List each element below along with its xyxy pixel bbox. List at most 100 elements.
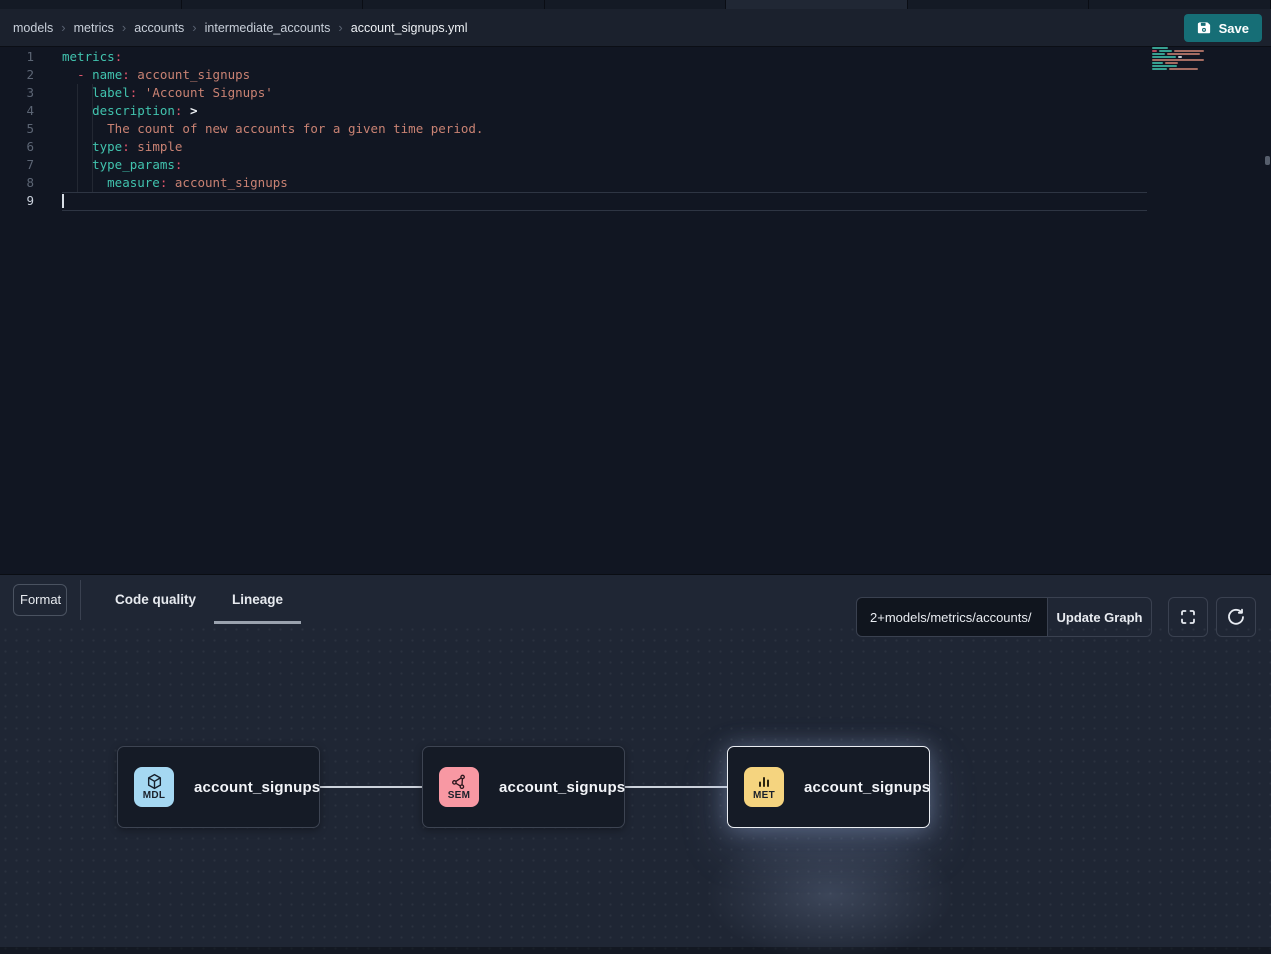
code-token: : [122,67,130,82]
breadcrumb-bar: models›metrics›accounts›intermediate_acc… [0,9,1271,47]
text-cursor [62,194,64,208]
code-token: : [175,157,183,172]
semantic-network-badge: SEM [439,767,479,807]
window-tab[interactable] [545,0,727,9]
refresh-icon [1227,608,1245,626]
save-button-label: Save [1219,21,1249,36]
lineage-node-met[interactable]: MET account_signups [727,746,930,828]
code-text: label: 'Account Signups' [62,85,273,100]
window-tab-strip [0,0,1271,9]
fullscreen-button[interactable] [1168,597,1208,637]
code-line[interactable]: 8 measure: account_signups [0,174,1271,192]
code-line[interactable]: 7 type_params: [0,156,1271,174]
code-token: The count of new accounts for a given ti… [107,121,483,136]
node-type-label: SEM [448,790,471,801]
code-token [62,103,92,118]
node-type-label: MET [753,790,775,801]
breadcrumb: models›metrics›accounts›intermediate_acc… [13,9,468,46]
model-cube-icon [146,773,163,790]
tabs-divider [80,580,81,620]
minimap-row [1152,47,1262,49]
breadcrumb-item[interactable]: account_signups.yml [351,21,468,35]
minimap-mark [1178,56,1182,58]
code-token: : [122,139,130,154]
lineage-node-sem[interactable]: SEMaccount_signups [422,746,625,828]
breadcrumb-chevron-icon: › [122,20,126,35]
code-line[interactable]: 9 [0,192,1271,210]
code-text: type_params: [62,157,182,172]
code-line[interactable]: 5 The count of new accounts for a given … [0,120,1271,138]
code-line[interactable]: 6 type: simple [0,138,1271,156]
lineage-selector-input[interactable] [856,597,1048,637]
code-text: measure: account_signups [62,175,288,190]
window-tab[interactable] [908,0,1090,9]
node-name-label: account_signups [804,779,930,796]
code-token: > [182,103,197,118]
code-token: label [92,85,130,100]
code-line[interactable]: 2 - name: account_signups [0,66,1271,84]
bottom-panel: Format Code quality Lineage Update Graph [0,574,1271,954]
editor-scrollbar-thumb[interactable] [1265,156,1270,165]
panel-tab-label: Code quality [115,592,196,607]
code-token: name [92,67,122,82]
window-tab[interactable] [182,0,364,9]
code-token: description [92,103,175,118]
code-token: - [77,67,85,82]
code-line[interactable]: 1metrics: [0,48,1271,66]
breadcrumb-item[interactable]: intermediate_accounts [205,21,331,35]
node-name-label: account_signups [194,779,320,796]
line-number: 5 [0,120,34,138]
lineage-node-mdl[interactable]: MDL account_signups [117,746,320,828]
window-tab[interactable] [726,0,908,9]
format-button[interactable]: Format [13,584,67,616]
metric-chart-badge: MET [744,767,784,807]
save-button[interactable]: Save [1184,14,1262,42]
panel-tab-lineage[interactable]: Lineage [214,575,301,624]
code-token: account_signups [130,67,250,82]
panel-tab-code-quality[interactable]: Code quality [97,575,214,624]
minimap-row [1152,50,1262,52]
minimap-mark [1167,53,1200,55]
minimap-row [1152,56,1262,58]
refresh-button[interactable] [1216,597,1256,637]
canvas-bottom-shade [0,947,1271,954]
window-tab[interactable] [0,0,182,9]
code-token [62,67,77,82]
line-number: 3 [0,84,34,102]
code-text: - name: account_signups [62,67,250,82]
line-number: 1 [0,48,34,66]
save-floppy-icon [1197,21,1211,35]
code-line[interactable]: 3 label: 'Account Signups' [0,84,1271,102]
minimap-mark [1174,50,1204,52]
window-tab[interactable] [1089,0,1271,9]
update-graph-button[interactable]: Update Graph [1047,597,1152,637]
fullscreen-icon [1179,608,1197,626]
line-number: 9 [0,192,34,210]
code-token: type_params [92,157,175,172]
line-number: 2 [0,66,34,84]
minimap-mark [1165,62,1178,64]
model-cube-badge: MDL [134,767,174,807]
minimap-mark [1152,62,1163,64]
code-token [62,175,107,190]
breadcrumb-item[interactable]: models [13,21,53,35]
line-number: 8 [0,174,34,192]
window-tab[interactable] [363,0,545,9]
yaml-code-editor[interactable]: 1metrics:2 - name: account_signups3 labe… [0,47,1271,574]
minimap-mark [1152,65,1177,67]
minimap-row [1152,62,1262,64]
semantic-network-icon [451,774,467,790]
minimap[interactable] [1152,47,1262,71]
breadcrumb-item[interactable]: accounts [134,21,184,35]
code-token [62,157,92,172]
panel-tabs: Code quality Lineage [97,575,301,624]
code-line[interactable]: 4 description: > [0,102,1271,120]
minimap-row [1152,59,1262,61]
breadcrumb-item[interactable]: metrics [74,21,114,35]
minimap-mark [1159,50,1172,52]
line-number: 7 [0,156,34,174]
minimap-row [1152,68,1262,70]
code-lines: 1metrics:2 - name: account_signups3 labe… [0,48,1271,210]
metric-chart-icon [756,774,772,790]
minimap-mark [1152,53,1165,55]
